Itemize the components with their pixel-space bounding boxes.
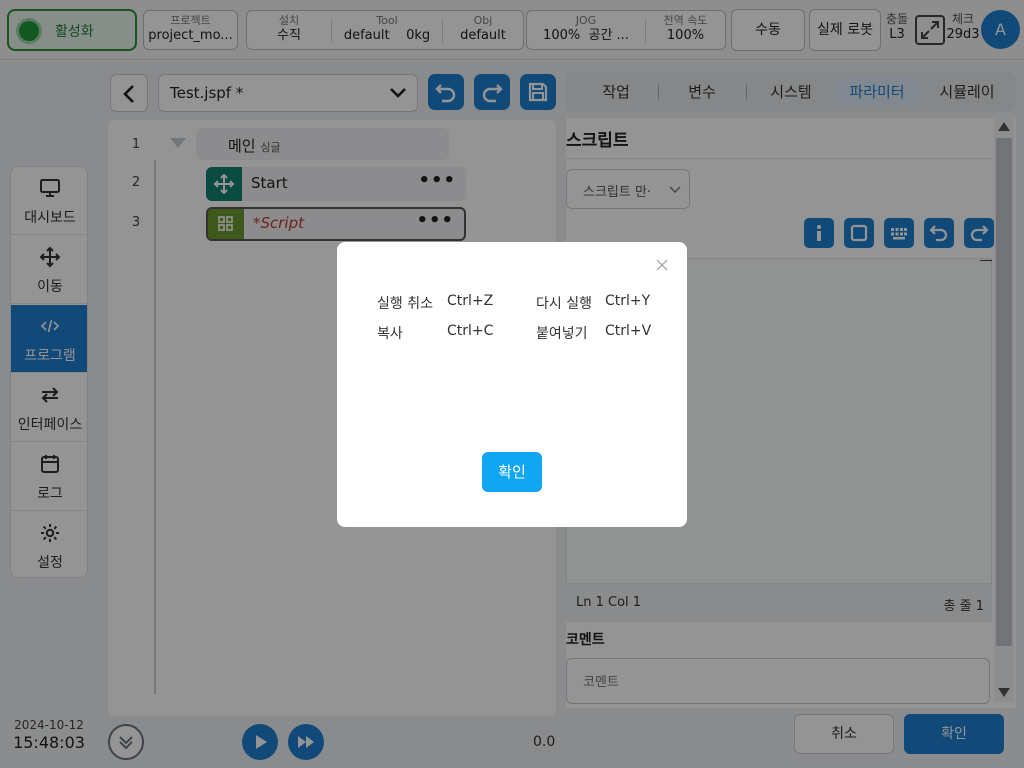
dialog-ok-button[interactable]: 확인 <box>482 452 542 492</box>
shortcut-action: 다시 실행 <box>536 296 592 312</box>
shortcut-key: Ctrl+V <box>605 323 652 339</box>
shortcut-key: Ctrl+Z <box>447 293 494 309</box>
shortcut-action: 복사 <box>377 326 403 342</box>
shortcut-dialog: 실행 취소 Ctrl+Z 다시 실행 Ctrl+Y 복사 Ctrl+C 붙여넣기… <box>337 242 687 527</box>
close-icon[interactable] <box>655 258 669 272</box>
shortcut-key: Ctrl+C <box>447 323 494 339</box>
shortcut-action: 붙여넣기 <box>536 326 588 342</box>
shortcut-action: 실행 취소 <box>377 296 433 312</box>
shortcut-key: Ctrl+Y <box>605 293 651 309</box>
